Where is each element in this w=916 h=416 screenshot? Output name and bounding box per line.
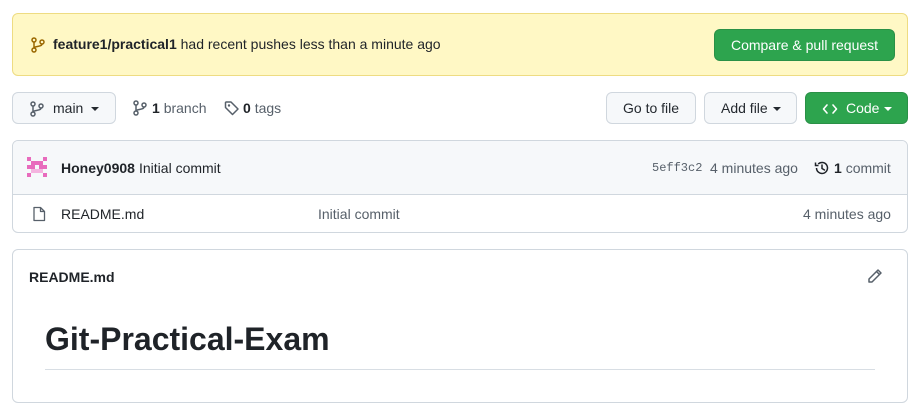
banner-branch-link[interactable]: feature1/practical1 — [53, 36, 177, 52]
commit-time: 4 minutes ago — [710, 160, 798, 176]
go-to-file-button[interactable]: Go to file — [606, 92, 696, 124]
readme-title[interactable]: README.md — [29, 269, 115, 285]
tag-count: 0 — [243, 100, 251, 116]
branch-select-label: main — [53, 100, 84, 116]
commit-count: 1 — [834, 160, 842, 176]
code-button[interactable]: Code — [805, 92, 908, 124]
add-file-button[interactable]: Add file — [704, 92, 797, 124]
add-file-label: Add file — [721, 100, 768, 116]
history-icon — [814, 161, 829, 175]
chevron-down-icon — [91, 107, 99, 111]
commit-count-link[interactable]: 1 commit — [834, 160, 891, 176]
branch-count: 1 — [152, 100, 160, 116]
branch-select-button[interactable]: main — [12, 92, 116, 124]
avatar-identicon[interactable] — [26, 157, 48, 177]
chevron-down-icon — [773, 107, 781, 111]
latest-commit-bar: Honey0908 Initial commit 5eff3c2 4 minut… — [13, 141, 907, 195]
branch-word: branch — [163, 100, 207, 116]
branch-icon — [31, 37, 45, 53]
file-commit-message[interactable]: Initial commit — [318, 206, 400, 222]
commit-word: commit — [845, 160, 891, 176]
branch-icon — [133, 100, 147, 116]
file-time: 4 minutes ago — [803, 206, 891, 222]
code-icon — [822, 104, 838, 114]
banner-message: feature1/practical1 had recent pushes le… — [53, 36, 441, 52]
chevron-down-icon — [884, 107, 892, 111]
code-label: Code — [846, 100, 880, 116]
banner-text: had recent pushes less than a minute ago — [180, 36, 441, 52]
readme-heading: Git-Practical-Exam — [45, 321, 330, 357]
heading-divider — [45, 369, 875, 370]
recent-push-banner: feature1/practical1 had recent pushes le… — [12, 13, 908, 76]
commit-message[interactable]: Initial commit — [139, 160, 221, 176]
tag-word: tags — [254, 100, 282, 116]
commit-author[interactable]: Honey0908 — [61, 160, 135, 176]
file-name[interactable]: README.md — [61, 206, 144, 222]
file-icon — [33, 206, 46, 222]
file-row: README.md Initial commit 4 minutes ago — [13, 196, 907, 232]
tag-icon — [224, 101, 239, 116]
file-list: Honey0908 Initial commit 5eff3c2 4 minut… — [12, 140, 908, 233]
commit-sha[interactable]: 5eff3c2 — [652, 161, 702, 175]
pencil-icon[interactable] — [867, 268, 883, 284]
compare-pull-request-button[interactable]: Compare & pull request — [714, 29, 895, 61]
readme-panel: README.md Git-Practical-Exam — [12, 249, 908, 403]
go-to-file-label: Go to file — [623, 100, 680, 116]
branch-icon — [30, 101, 44, 117]
